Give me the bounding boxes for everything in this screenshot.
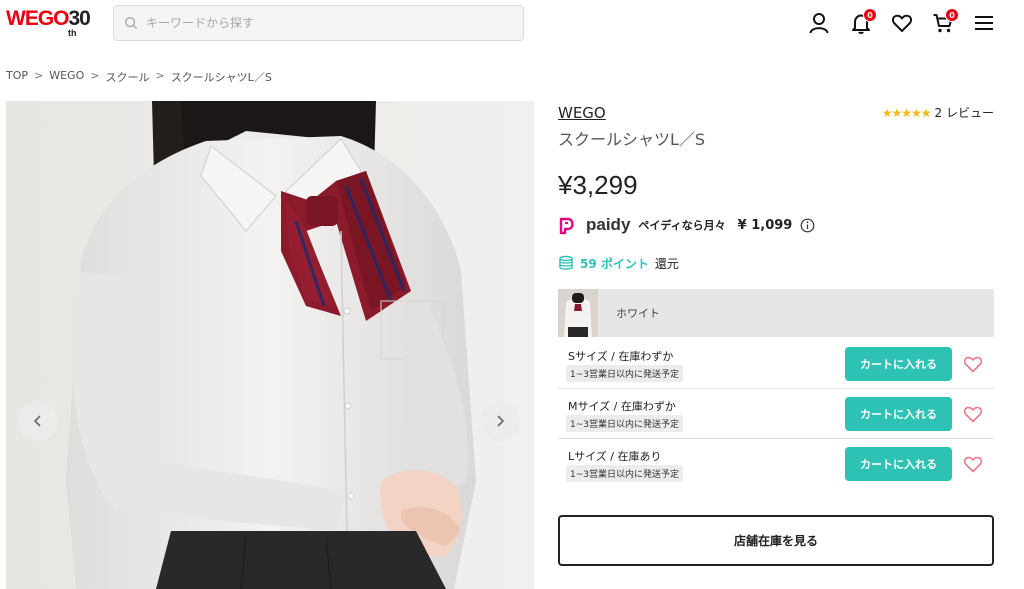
heart-icon[interactable] — [963, 454, 983, 474]
breadcrumb: TOP > WEGO > スクール > スクールシャツL／S — [6, 69, 272, 85]
breadcrumb-separator: > — [90, 69, 100, 82]
site-header: WEGO30 th 0 0 — [0, 0, 1024, 48]
coin-stack-icon — [559, 255, 573, 270]
gallery-prev-button[interactable] — [18, 401, 58, 441]
user-icon — [809, 13, 829, 34]
favorites-button[interactable] — [889, 10, 915, 36]
store-stock-button[interactable]: 店舗在庫を見る — [558, 515, 994, 566]
review-count: 2 レビュー — [934, 106, 994, 120]
breadcrumb-item-brand[interactable]: WEGO — [49, 69, 84, 85]
shipping-estimate: 1~3営業日以内に発送予定 — [566, 365, 683, 382]
gallery-next-button[interactable] — [480, 401, 520, 441]
color-name: ホワイト — [616, 307, 660, 320]
chevron-left-icon — [33, 415, 41, 427]
paidy-installment: paidy ペイディなら月々 ¥ 1,099 — [558, 214, 815, 236]
points-info: 59 ポイント 還元 — [558, 254, 679, 272]
size-row-m: Mサイズ / 在庫わずか 1~3営業日以内に発送予定 カートに入れる — [558, 389, 994, 439]
paidy-text: ペイディなら月々 — [638, 219, 726, 232]
add-to-cart-button[interactable]: カートに入れる — [845, 397, 952, 431]
chevron-right-icon — [497, 415, 505, 427]
hamburger-icon — [975, 16, 993, 30]
paidy-monthly-amount: ¥ 1,099 — [737, 217, 793, 233]
logo-suffix: th — [68, 28, 77, 38]
add-to-cart-button[interactable]: カートに入れる — [845, 347, 952, 381]
breadcrumb-item-current: スクールシャツL／S — [170, 71, 272, 84]
shipping-estimate: 1~3営業日以内に発送予定 — [566, 465, 683, 482]
breadcrumb-item-category[interactable]: スクール — [105, 69, 149, 85]
breadcrumb-separator: > — [155, 69, 165, 82]
account-button[interactable] — [806, 10, 832, 36]
notification-badge: 0 — [863, 8, 877, 22]
heart-icon[interactable] — [963, 404, 983, 424]
info-icon[interactable] — [800, 218, 815, 233]
search-input[interactable] — [146, 16, 506, 30]
cart-button[interactable]: 0 — [930, 8, 959, 36]
notifications-button[interactable]: 0 — [848, 8, 877, 36]
points-suffix: 還元 — [654, 256, 679, 271]
logo-number: 30 — [68, 7, 91, 30]
heart-icon[interactable] — [963, 354, 983, 374]
size-stock-label: Lサイズ / 在庫あり — [568, 450, 662, 463]
shipping-estimate: 1~3営業日以内に発送予定 — [566, 415, 683, 432]
heart-icon — [891, 14, 913, 32]
product-price: ¥3,299 — [558, 170, 638, 200]
cart-badge: 0 — [945, 8, 959, 22]
breadcrumb-separator: > — [34, 69, 44, 82]
add-to-cart-button[interactable]: カートに入れる — [845, 447, 952, 481]
brand-link[interactable]: WEGO — [558, 104, 606, 122]
paidy-logo-icon — [559, 217, 574, 235]
size-stock-label: Sサイズ / 在庫わずか — [568, 350, 674, 363]
size-row-s: Sサイズ / 在庫わずか 1~3営業日以内に発送予定 カートに入れる — [558, 339, 994, 389]
product-name: スクールシャツL／S — [558, 130, 706, 149]
search-icon — [125, 17, 138, 30]
size-stock-label: Mサイズ / 在庫わずか — [568, 400, 676, 413]
size-list: Sサイズ / 在庫わずか 1~3営業日以内に発送予定 カートに入れる Mサイズ … — [558, 339, 994, 489]
rating-stars: ★★★★★ — [881, 105, 932, 120]
product-photo — [6, 101, 534, 589]
color-thumbnail — [558, 289, 598, 337]
product-image-gallery[interactable] — [6, 101, 534, 589]
paidy-logo-text: paidy — [586, 215, 631, 234]
size-row-l: Lサイズ / 在庫あり 1~3営業日以内に発送予定 カートに入れる — [558, 439, 994, 489]
logo-wego-text: WEGO — [6, 7, 69, 30]
breadcrumb-item-top[interactable]: TOP — [6, 69, 28, 85]
wego-logo[interactable]: WEGO30 th — [6, 7, 91, 38]
menu-button[interactable] — [971, 10, 997, 36]
color-option-white[interactable]: ホワイト — [558, 289, 994, 337]
search-bar[interactable] — [113, 5, 524, 41]
rating[interactable]: ★★★★★ 2 レビュー — [882, 104, 994, 121]
points-amount: 59 ポイント — [580, 256, 649, 271]
